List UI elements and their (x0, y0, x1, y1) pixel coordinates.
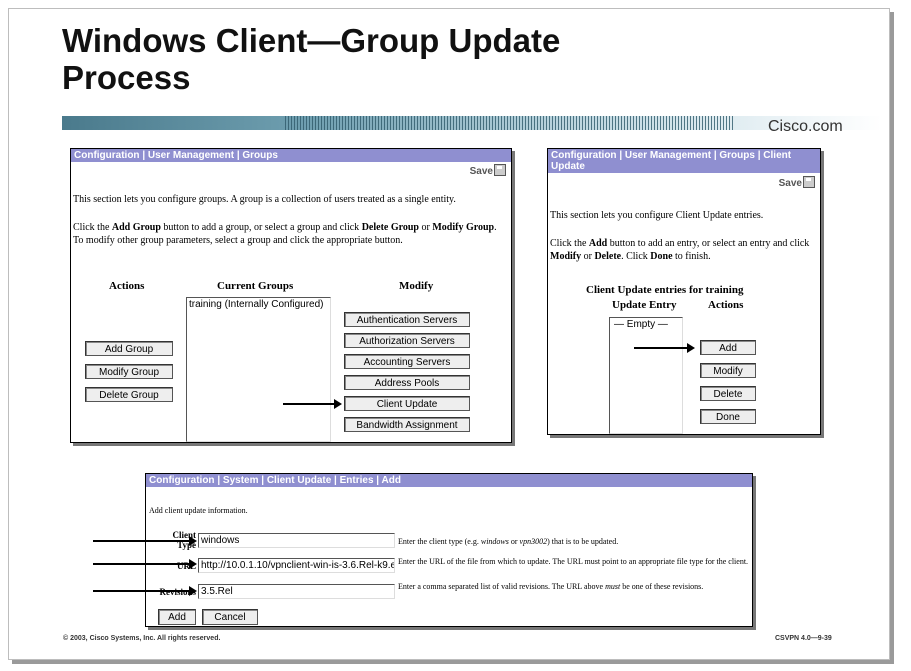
floppy-disk-icon (494, 164, 506, 176)
list-item[interactable]: — Empty — (610, 318, 682, 331)
client-type-help: Enter the client type (e.g. windows or v… (398, 537, 619, 546)
modify-group-button[interactable]: Modify Group (85, 364, 173, 379)
bandwidth-assignment-button[interactable]: Bandwidth Assignment (344, 417, 470, 432)
client-update-col-entry: Update Entry (612, 299, 677, 311)
groups-help: Click the Add Group button to add a grou… (73, 222, 497, 246)
client-update-save-label: Save (778, 178, 802, 189)
authorization-servers-button[interactable]: Authorization Servers (344, 333, 470, 348)
modify-entry-button[interactable]: Modify (700, 363, 756, 378)
add-group-button[interactable]: Add Group (85, 341, 173, 356)
delete-entry-button[interactable]: Delete (700, 386, 756, 401)
done-button[interactable]: Done (700, 409, 756, 424)
cancel-button[interactable]: Cancel (202, 609, 258, 625)
url-help: Enter the URL of the file from which to … (398, 557, 749, 566)
client-update-help: Click the Add button to add an entry, or… (550, 238, 810, 262)
client-update-panel: Configuration | User Management | Groups… (547, 148, 821, 435)
header-stripe-ticks (285, 116, 735, 130)
footer-slide-number: CSVPN 4.0—9-39 (775, 635, 832, 642)
floppy-disk-icon (803, 176, 815, 188)
arrow-icon (93, 586, 197, 596)
groups-col-current: Current Groups (217, 280, 294, 292)
client-update-breadcrumb: Configuration | User Management | Groups… (548, 149, 820, 173)
arrow-icon (93, 559, 197, 569)
groups-intro: This section lets you configure groups. … (73, 194, 456, 205)
authentication-servers-button[interactable]: Authentication Servers (344, 312, 470, 327)
url-field[interactable]: http://10.0.1.10/vpnclient-win-is-3.6.Re… (198, 558, 395, 573)
groups-save-button[interactable]: Save (470, 164, 506, 177)
groups-save-label: Save (469, 166, 493, 177)
footer-copyright: © 2003, Cisco Systems, Inc. All rights r… (63, 635, 221, 642)
delete-group-button[interactable]: Delete Group (85, 387, 173, 402)
slide-title-line1: Windows Client—Group Update (62, 22, 561, 59)
arrow-icon (283, 399, 342, 409)
client-update-col-actions: Actions (708, 299, 744, 311)
add-entry-button[interactable]: Add (700, 340, 756, 355)
list-item[interactable]: training (Internally Configured) (187, 298, 330, 311)
revisions-help: Enter a comma separated list of valid re… (398, 582, 704, 591)
slide-title-line2: Process (62, 59, 191, 96)
client-update-button[interactable]: Client Update (344, 396, 470, 411)
entries-add-breadcrumb: Configuration | System | Client Update |… (146, 474, 752, 487)
arrow-icon (634, 343, 695, 353)
entries-add-panel: Configuration | System | Client Update |… (145, 473, 753, 627)
entries-add-intro: Add client update information. (149, 506, 248, 515)
groups-col-actions: Actions (109, 280, 145, 292)
client-update-entries-title: Client Update entries for training (586, 284, 744, 296)
slide-title: Windows Client—Group Update Process (62, 22, 762, 96)
add-button[interactable]: Add (158, 609, 196, 625)
address-pools-button[interactable]: Address Pools (344, 375, 470, 390)
groups-breadcrumb: Configuration | User Management | Groups (71, 149, 511, 162)
groups-col-modify: Modify (399, 280, 434, 292)
accounting-servers-button[interactable]: Accounting Servers (344, 354, 470, 369)
groups-panel: Configuration | User Management | Groups… (70, 148, 512, 443)
revisions-field[interactable]: 3.5.Rel (198, 584, 395, 599)
update-entry-list[interactable]: — Empty — (609, 317, 683, 434)
arrow-icon (93, 536, 197, 546)
client-type-field[interactable]: windows (198, 533, 395, 548)
client-update-intro: This section lets you configure Client U… (550, 210, 764, 221)
brand-label: Cisco.com (768, 118, 843, 135)
client-update-save-button[interactable]: Save (779, 176, 815, 189)
groups-list[interactable]: training (Internally Configured) (186, 297, 331, 442)
